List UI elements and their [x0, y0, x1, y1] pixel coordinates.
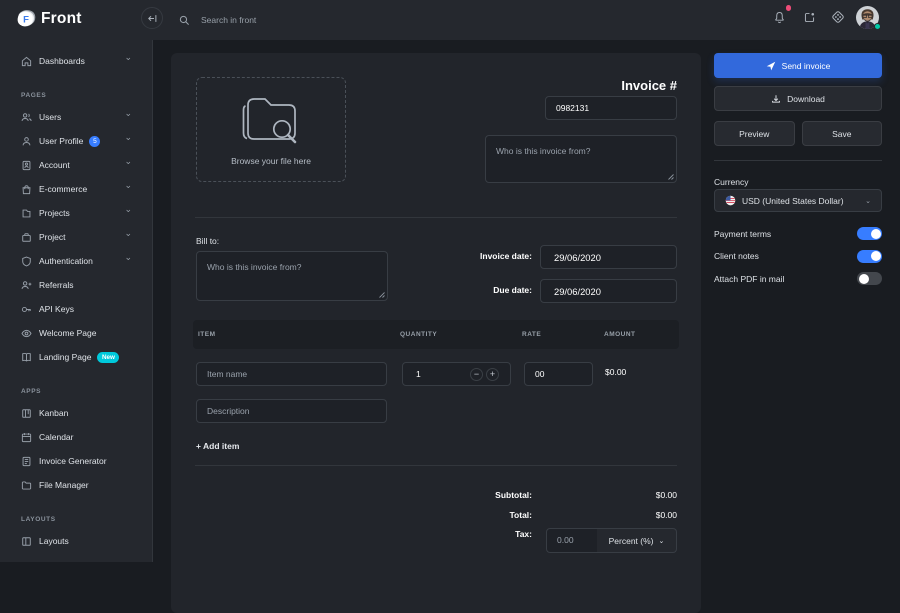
svg-text:F: F	[23, 15, 29, 26]
